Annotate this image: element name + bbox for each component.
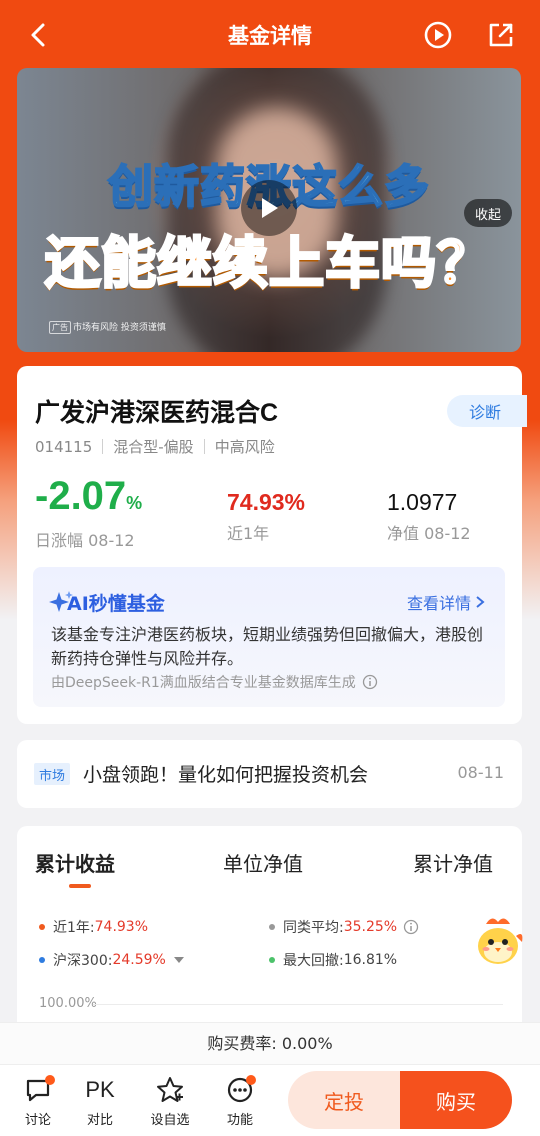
legend-dot xyxy=(269,957,275,963)
notification-dot xyxy=(246,1075,256,1085)
news-title: 小盘领跑！量化如何把握投资机会 xyxy=(83,764,369,786)
ai-summary-box[interactable]: AI秒懂基金 查看详情 该基金专注沪港医药板块，短期业绩强势但回撤偏大，港股创新… xyxy=(33,567,505,707)
play-circle-icon xyxy=(424,21,452,49)
ai-title: AI秒懂基金 xyxy=(67,593,165,615)
dropdown-icon[interactable] xyxy=(173,956,184,964)
notification-dot xyxy=(45,1075,55,1085)
ai-more-label: 查看详情 xyxy=(406,594,471,613)
discuss-label: 讨论 xyxy=(24,1113,51,1128)
functions-button[interactable]: 功能 xyxy=(213,1073,267,1128)
fund-detail-page: 基金详情 创新药涨这么多 还能继续上车吗？ 收起 广告 市场有风险 投资须谨慎 … xyxy=(0,0,540,1136)
ai-more-link[interactable]: 查看详情 xyxy=(407,590,485,614)
nav-value: 1.0977 xyxy=(387,489,458,515)
favorite-label: 设自选 xyxy=(150,1113,190,1128)
active-tab-indicator xyxy=(69,884,91,888)
auto-invest-button[interactable]: 定投 xyxy=(288,1071,400,1129)
share-icon xyxy=(489,23,513,47)
page-title: 基金详情 xyxy=(228,25,312,48)
risk-note: 市场有风险 投资须谨慎 xyxy=(73,323,166,333)
legend-dot xyxy=(39,957,45,963)
legend-fund-year: 近1年: 74.93% xyxy=(39,917,148,937)
legend-drawdown-label: 最大回撤: xyxy=(283,953,344,969)
legend-year-value: 74.93% xyxy=(94,919,149,935)
nav-label: 净值 08-12 xyxy=(387,524,471,543)
fund-name: 广发沪港深医药混合C xyxy=(35,399,279,427)
legend-drawdown-value: 16.81% xyxy=(343,952,398,968)
fund-info-card: 广发沪港深医药混合C 诊断 014115 混合型-偏股 中高风险 -2.07% … xyxy=(17,366,527,724)
news-item[interactable]: 市场 小盘领跑！量化如何把握投资机会 08-11 xyxy=(17,740,522,808)
collapse-button[interactable]: 收起 xyxy=(464,199,512,227)
daily-change-unit: % xyxy=(126,493,143,513)
y-axis-top-label: 100.00% xyxy=(39,996,97,1011)
divider xyxy=(102,439,104,454)
mascot-icon xyxy=(478,918,523,964)
info-icon[interactable] xyxy=(362,674,378,690)
year-return-value: 74.93% xyxy=(227,489,306,515)
tab-unit-nav[interactable]: 单位净值 xyxy=(223,848,303,877)
bottom-action-bar: 讨论 PK 对比 设自选 功能 定投 购买 xyxy=(0,1064,540,1136)
play-button[interactable] xyxy=(421,18,455,52)
legend-peer-value: 35.25% xyxy=(343,919,398,935)
ad-tag: 广告 xyxy=(49,321,71,334)
daily-change-stat: -2.07% 日涨幅 08-12 xyxy=(35,476,142,551)
top-header: 基金详情 xyxy=(0,0,540,70)
legend-dot xyxy=(39,924,45,930)
legend-hs300-label: 沪深300: xyxy=(53,953,113,969)
legend-peer-label: 同类平均: xyxy=(283,920,344,936)
discuss-button[interactable]: 讨论 xyxy=(11,1073,65,1128)
legend-year-label: 近1年: xyxy=(53,920,95,936)
ai-source-text: 由DeepSeek-R1满血版结合专业基金数据库生成 xyxy=(51,675,356,691)
chevron-right-icon xyxy=(476,596,485,608)
add-favorite-button[interactable]: 设自选 xyxy=(143,1073,197,1128)
fund-type: 混合型-偏股 xyxy=(113,438,194,456)
daily-change-value: -2.07 xyxy=(35,474,127,518)
pk-icon: PK xyxy=(85,1077,115,1102)
fund-risk: 中高风险 xyxy=(214,438,275,456)
star-icon xyxy=(157,1077,183,1102)
purchase-fee-rate: 购买费率: 0.00% xyxy=(0,1022,540,1064)
tab-cumulative-nav[interactable]: 累计净值 xyxy=(413,848,493,877)
info-icon[interactable] xyxy=(403,919,419,935)
legend-dot xyxy=(269,924,275,930)
tab-cumulative-return[interactable]: 累计收益 xyxy=(35,848,115,877)
chart-grid-line xyxy=(93,1004,503,1005)
legend-max-drawdown: 最大回撤: 16.81% xyxy=(269,950,397,970)
legend-hs300-value: 24.59% xyxy=(112,952,166,968)
news-tag: 市场 xyxy=(34,763,71,785)
fund-meta: 014115 混合型-偏股 中高风险 xyxy=(35,436,275,457)
year-return-label: 近1年 xyxy=(227,524,270,543)
video-play-icon xyxy=(262,198,278,218)
nav-stat: 1.0977 净值 08-12 xyxy=(387,488,471,544)
divider xyxy=(203,439,205,454)
year-return-stat: 74.93% 近1年 xyxy=(227,488,305,544)
ai-summary-text: 该基金专注沪港医药板块，短期业绩强势但回撤偏大，港股创新药持仓弹性与风险并存。 xyxy=(51,625,484,668)
fund-code: 014115 xyxy=(35,437,93,456)
buy-button[interactable]: 购买 xyxy=(400,1071,512,1129)
legend-hs300[interactable]: 沪深300: 24.59% xyxy=(39,950,184,970)
ai-source: 由DeepSeek-R1满血版结合专业基金数据库生成 xyxy=(51,672,378,692)
share-button[interactable] xyxy=(484,18,518,52)
daily-change-label: 日涨幅 08-12 xyxy=(35,531,135,550)
functions-label: 功能 xyxy=(226,1113,253,1128)
video-banner[interactable]: 创新药涨这么多 还能继续上车吗？ 收起 广告 市场有风险 投资须谨慎 xyxy=(17,68,521,352)
compare-label: 对比 xyxy=(86,1113,113,1128)
legend-peer-average: 同类平均: 35.25% xyxy=(269,917,419,937)
diagnose-button[interactable]: 诊断 xyxy=(447,395,527,427)
compare-button[interactable]: PK 对比 xyxy=(73,1073,127,1128)
video-play-button[interactable] xyxy=(241,180,297,236)
news-date: 08-11 xyxy=(457,763,505,782)
mascot-button[interactable] xyxy=(468,912,528,972)
